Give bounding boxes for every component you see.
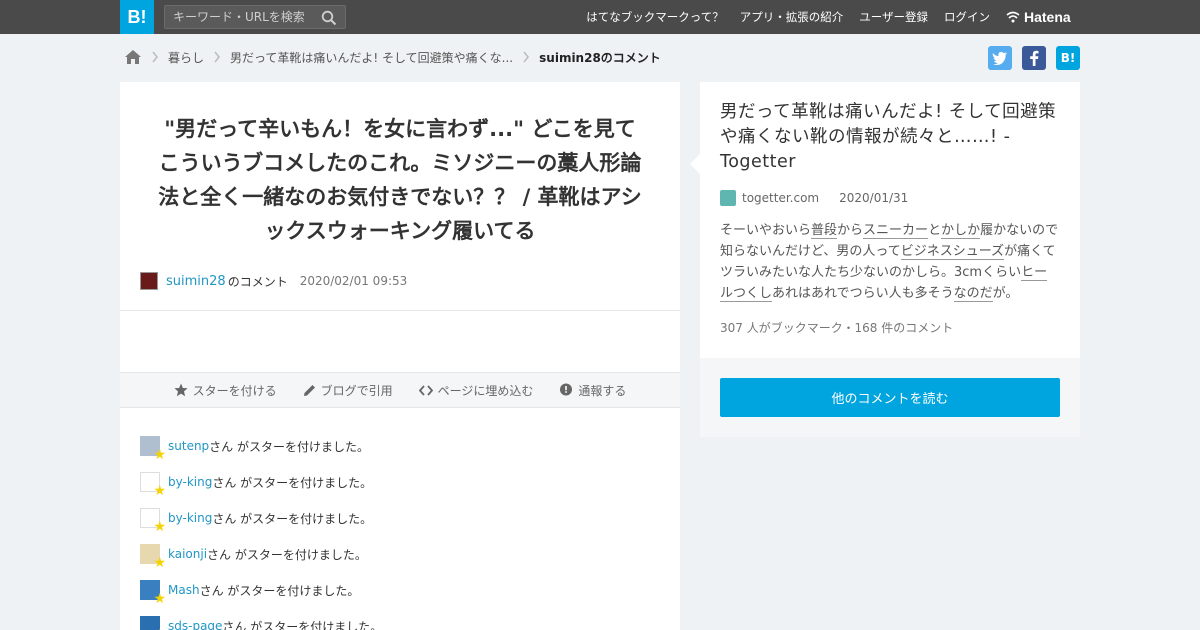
comment-time[interactable]: 2020/02/01 09:53 [300,274,408,288]
search-box[interactable] [164,5,346,29]
add-star-button[interactable]: スターを付ける [173,382,277,399]
chevron-right-icon [152,51,158,63]
comment-text: "男だって辛いもん！を女に言わず..." どこを見てこういうブコメしたのこれ。ミ… [158,117,642,243]
entry-excerpt: そーいやおいら普段からスニーカーとかしか履かないので知らないんだけど、男の人って… [720,220,1060,304]
entry-card-footer: 他のコメントを読む [700,358,1080,437]
chevron-right-icon [523,51,530,63]
search-input[interactable] [173,8,318,26]
twitter-share-button[interactable] [988,46,1012,70]
avatar[interactable]: ★ [140,616,166,630]
read-more-comments-button[interactable]: 他のコメントを読む [720,378,1060,417]
embed-button[interactable]: ページに埋め込む [418,382,534,399]
star-user[interactable]: by-king [168,475,212,489]
excerpt-text: あれはあれでつらい人も多そう [772,286,954,301]
pencil-icon [303,384,315,396]
entry-source: togetter.com 2020/01/31 [720,190,908,206]
divider [120,310,680,311]
star-icon: ★ [153,447,166,463]
facebook-share-button[interactable] [1022,46,1046,70]
star-icon: ★ [153,555,166,571]
list-item: ★ sds-pageさん がスターを付けました。 [140,608,382,630]
entry-counts[interactable]: 307 人がブックマーク・168 件のコメント [720,319,953,336]
star-text: さん がスターを付けました。 [212,475,373,490]
header-nav: はてなブックマークって？ アプリ・拡張の紹介 ユーザー登録 ログイン [586,0,990,34]
nav-apps[interactable]: アプリ・拡張の紹介 [740,9,844,25]
facebook-f-icon [1030,50,1039,66]
nav-register[interactable]: ユーザー登録 [859,9,928,25]
star-list: ★ sutenp さん がスターを付けました。 ★ by-king さん がスターを… [140,428,382,630]
list-item: ★ Mash さん がスターを付けました。 [140,572,382,608]
star-icon: ★ [153,591,166,607]
hatena-brand-text: Hatena [1024,9,1071,25]
excerpt-text: が。 [992,286,1019,301]
star-text: さん がスターを付けました。 [222,619,383,630]
entry-card: 男だって革靴は痛いんだよ! そして回避策や痛くない靴の情報が続々と……! - T… [690,82,1080,358]
author-name[interactable]: suimin28 [166,274,226,289]
star-text: さん がスターを付けました。 [209,439,369,454]
avatar[interactable]: ★ [140,472,166,498]
list-item: ★ sutenp さん がスターを付けました。 [140,428,382,464]
comment-actions: スターを付ける ブログで引用 ページに埋め込む 通報する [120,372,680,408]
card-notch [690,154,700,174]
entry-title[interactable]: 男だって革靴は痛いんだよ! そして回避策や痛くない靴の情報が続々と……! - T… [720,100,1060,175]
star-icon [173,383,188,397]
home-icon[interactable] [124,49,142,65]
site-favicon-icon [720,190,736,206]
alert-bubble-icon [560,383,573,396]
breadcrumb: 暮らし 男だって革靴は痛いんだよ! そして回避策や痛くな... suimin28… [124,46,661,68]
breadcrumb-current: suimin28のコメント [539,50,661,65]
share-buttons: B! [988,46,1080,70]
chevron-right-icon [214,51,220,63]
avatar[interactable]: ★ [140,508,166,534]
add-star-label: スターを付ける [192,383,277,398]
star-user[interactable]: kaionji [168,547,207,561]
comment-card: "男だって辛いもん！を女に言わず..." どこを見てこういうブコメしたのこれ。ミ… [120,82,680,630]
code-brackets-icon [418,384,433,396]
star-icon: ★ [153,483,166,499]
breadcrumb-category[interactable]: 暮らし [168,49,204,66]
search-icon[interactable] [321,10,337,26]
star-user[interactable]: by-king [168,511,212,525]
comment-author: suimin28 のコメント 2020/02/01 09:53 [140,270,407,292]
avatar[interactable] [140,272,158,290]
star-user[interactable]: sutenp [168,439,209,453]
keyword-link[interactable]: 普段 [811,223,838,239]
keyword-link[interactable]: かしか [941,223,981,239]
entry-site[interactable]: togetter.com [742,191,819,205]
author-suffix: のコメント [227,274,288,289]
star-text: さん がスターを付けました。 [212,511,373,526]
blog-quote-button[interactable]: ブログで引用 [303,382,393,399]
report-button[interactable]: 通報する [559,382,626,399]
twitter-bird-icon [992,51,1007,65]
avatar[interactable]: ★ [140,580,166,606]
keyword-link[interactable]: スニーカー [863,223,929,239]
nav-login[interactable]: ログイン [944,9,990,25]
breadcrumb-entry[interactable]: 男だって革靴は痛いんだよ! そして回避策や痛くな... [230,49,513,66]
star-user[interactable]: sds-page [168,619,222,630]
excerpt-text: から [837,223,864,238]
star-icon: ★ [153,519,166,535]
keyword-link[interactable]: なのだ [953,286,993,302]
hatena-wifi-icon [1006,11,1020,23]
avatar[interactable]: ★ [140,436,166,462]
star-user[interactable]: Mash [168,583,200,597]
star-text: さん がスターを付けました。 [207,547,367,562]
entry-date: 2020/01/31 [839,191,909,205]
excerpt-text: そーいやおいら [720,223,812,238]
list-item: ★ by-king さん がスターを付けました。 [140,464,382,500]
avatar[interactable]: ★ [140,544,166,570]
hatena-share-button[interactable]: B! [1056,46,1080,70]
top-bar: B! はてなブックマークって？ アプリ・拡張の紹介 ユーザー登録 ログイン Ha… [0,0,1200,34]
list-item: ★ kaionji さん がスターを付けました。 [140,536,382,572]
excerpt-text: と [928,223,942,238]
star-text: さん がスターを付けました。 [199,583,360,598]
blog-quote-label: ブログで引用 [320,383,393,398]
embed-label: ページに埋め込む [437,383,534,398]
nav-about[interactable]: はてなブックマークって？ [586,9,723,25]
hatena-bookmark-logo[interactable]: B! [120,0,154,34]
report-label: 通報する [578,383,627,398]
keyword-link[interactable]: ビジネスシューズ [900,244,1005,260]
list-item: ★ by-king さん がスターを付けました。 [140,500,382,536]
hatena-brand-link[interactable]: Hatena [1006,7,1071,27]
